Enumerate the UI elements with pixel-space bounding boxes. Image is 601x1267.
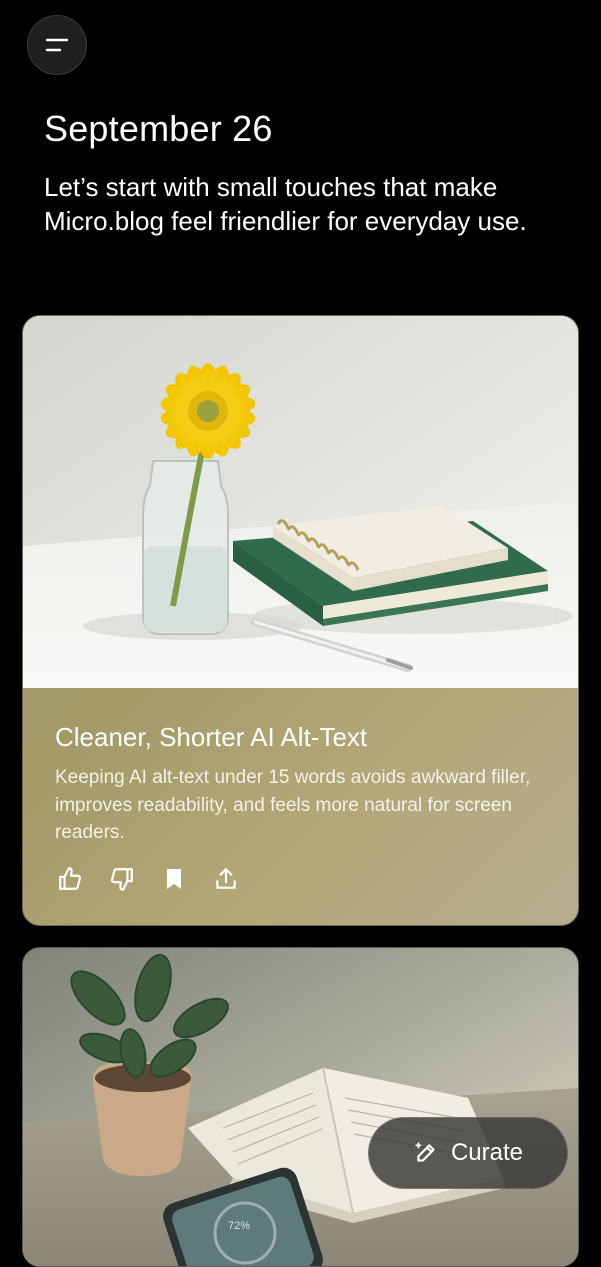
bookmark-icon [167, 869, 181, 889]
bookmark-button[interactable] [159, 864, 189, 894]
dislike-button[interactable] [107, 864, 137, 894]
card-actions [55, 864, 241, 894]
pencil-sparkle-icon [415, 1142, 435, 1162]
feature-card[interactable]: 72% [22, 947, 579, 1267]
curate-label: Curate [450, 1139, 524, 1166]
thumbs-down-icon [111, 868, 133, 891]
card-image: 72% [23, 948, 578, 1266]
card-description: Keeping AI alt-text under 15 words avoid… [55, 767, 531, 843]
curate-button[interactable]: Curate [368, 1117, 568, 1189]
card-image [23, 316, 578, 688]
like-button[interactable] [55, 864, 85, 894]
phone-battery-text: 72% [228, 1220, 250, 1232]
menu-button[interactable] [27, 15, 87, 75]
intro-text: Let’s start with small touches that make… [44, 172, 527, 236]
share-button[interactable] [211, 864, 241, 894]
card-title: Cleaner, Shorter AI Alt-Text [55, 722, 368, 752]
share-icon [216, 868, 236, 889]
feature-card[interactable]: Cleaner, Shorter AI Alt-Text Keeping AI … [22, 315, 579, 926]
thumbs-up-icon [59, 867, 81, 890]
page-date: September 26 [44, 108, 273, 149]
menu-icon [45, 38, 69, 52]
